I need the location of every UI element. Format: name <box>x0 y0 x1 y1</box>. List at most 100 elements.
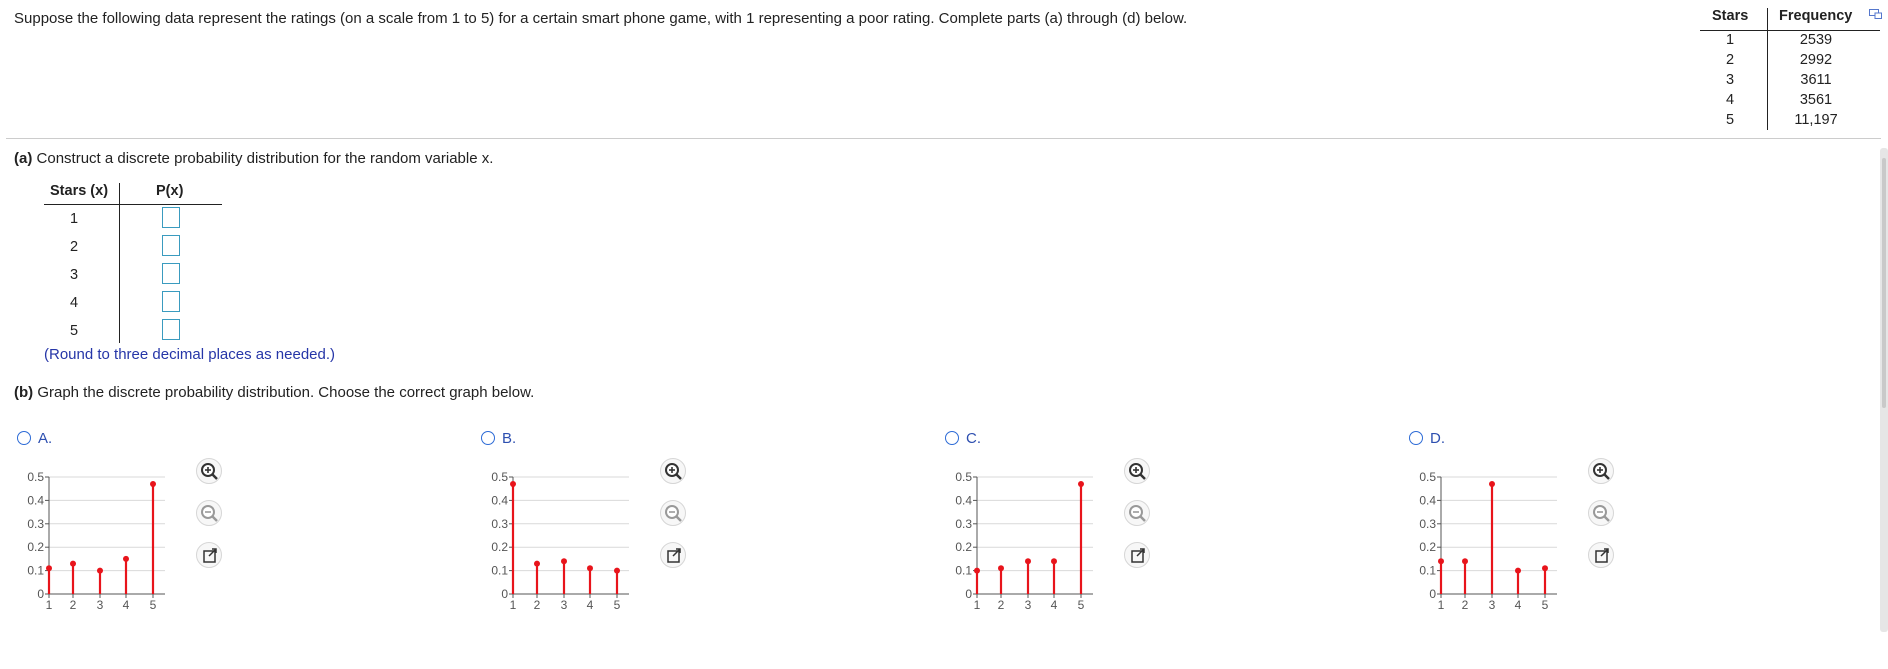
zoom-out-icon[interactable] <box>1588 500 1614 526</box>
part-b-prompt: (b) Graph the discrete probability distr… <box>14 384 534 401</box>
stars-cell: 1 <box>1725 32 1735 48</box>
y-tick-label: 0.5 <box>491 470 508 484</box>
stem-point <box>1489 481 1495 488</box>
x-tick-label: 2 <box>1462 598 1469 612</box>
popout-icon[interactable] <box>1124 542 1150 568</box>
y-tick-label: 0 <box>501 587 508 601</box>
stars-cell: 3 <box>1725 72 1735 88</box>
part-b-text: Graph the discrete probability distribut… <box>37 384 535 401</box>
stem-point <box>510 481 516 488</box>
x-tick-label: 4 <box>1051 598 1058 612</box>
x-tick-label: 2 <box>998 598 1005 612</box>
option-b-tools <box>660 458 690 578</box>
x-tick-label: 5 <box>150 598 157 612</box>
px-input-1[interactable] <box>162 207 180 228</box>
stars-header: Stars <box>1712 8 1749 24</box>
zoom-in-icon[interactable] <box>1124 458 1150 484</box>
stars-cell: 2 <box>1725 52 1735 68</box>
frequency-header: Frequency <box>1779 8 1853 24</box>
option-d-label[interactable]: D. <box>1430 430 1445 447</box>
table-divider-horizontal <box>44 204 222 205</box>
stem-point <box>534 560 540 567</box>
table-divider-vertical <box>1767 8 1768 130</box>
stem-point <box>1051 558 1057 565</box>
frequency-cell: 11,197 <box>1794 112 1838 128</box>
y-tick-label: 0.3 <box>27 517 44 531</box>
option-b-radio[interactable] <box>481 431 495 445</box>
px-input-3[interactable] <box>162 263 180 284</box>
x-value: 3 <box>69 267 79 283</box>
stem-point <box>70 560 76 567</box>
part-a-label: (a) <box>14 150 33 167</box>
stars-x-header: Stars (x) <box>50 183 109 199</box>
y-tick-label: 0.2 <box>27 540 44 554</box>
frequency-cell: 2539 <box>1799 32 1833 48</box>
stars-cell: 5 <box>1725 112 1735 128</box>
px-input-5[interactable] <box>162 319 180 340</box>
popout-icon[interactable] <box>1869 9 1882 19</box>
scrollbar-thumb[interactable] <box>1882 158 1886 408</box>
option-b-chart: 0 0.1 0.2 0.3 0.4 0.5 1 2 3 4 5 <box>491 470 629 612</box>
px-input-4[interactable] <box>162 291 180 312</box>
x-value: 4 <box>69 295 79 311</box>
question-intro: Suppose the following data represent the… <box>14 10 1188 27</box>
part-a-text: Construct a discrete probability distrib… <box>36 150 494 167</box>
popout-icon[interactable] <box>196 542 222 568</box>
stem-point <box>998 565 1004 572</box>
y-tick-label: 0.3 <box>1419 517 1436 531</box>
x-tick-label: 2 <box>534 598 541 612</box>
x-tick-label: 1 <box>974 598 981 612</box>
y-tick-label: 0 <box>1429 587 1436 601</box>
stem-point <box>123 555 129 562</box>
y-tick-label: 0.4 <box>1419 493 1436 507</box>
x-tick-label: 3 <box>97 598 104 612</box>
frequency-cell: 3611 <box>1800 72 1832 88</box>
popout-icon[interactable] <box>660 542 686 568</box>
x-tick-label: 3 <box>1489 598 1496 612</box>
y-tick-label: 0.5 <box>27 470 44 484</box>
option-d-radio[interactable] <box>1409 431 1423 445</box>
option-a-radio[interactable] <box>17 431 31 445</box>
rounding-note: (Round to three decimal places as needed… <box>44 346 336 363</box>
option-c-radio[interactable] <box>945 431 959 445</box>
y-tick-label: 0.4 <box>955 493 972 507</box>
y-tick-label: 0 <box>965 587 972 601</box>
y-tick-label: 0.2 <box>491 540 508 554</box>
y-tick-label: 0.3 <box>491 517 508 531</box>
zoom-in-icon[interactable] <box>196 458 222 484</box>
y-tick-label: 0 <box>37 587 44 601</box>
stem-point <box>1025 558 1031 565</box>
option-a-chart: 0 0.1 0.2 0.3 0.4 0.5 1 2 3 4 5 <box>27 470 165 612</box>
option-d-tools <box>1588 458 1618 578</box>
option-d-chart: 0 0.1 0.2 0.3 0.4 0.5 1 2 3 4 5 <box>1419 470 1557 612</box>
y-tick-label: 0.2 <box>955 540 972 554</box>
zoom-in-icon[interactable] <box>1588 458 1614 484</box>
popout-icon[interactable] <box>1588 542 1614 568</box>
y-tick-label: 0.4 <box>491 493 508 507</box>
stem-point <box>1462 558 1468 565</box>
x-value: 1 <box>69 211 79 227</box>
x-value: 5 <box>69 323 79 339</box>
y-tick-label: 0.2 <box>1419 540 1436 554</box>
stem-point <box>1078 481 1084 488</box>
y-tick-label: 0.1 <box>955 564 972 578</box>
zoom-out-icon[interactable] <box>196 500 222 526</box>
zoom-in-icon[interactable] <box>660 458 686 484</box>
x-tick-label: 5 <box>614 598 621 612</box>
option-a-tools <box>196 458 226 578</box>
y-tick-label: 0.3 <box>955 517 972 531</box>
option-c-tools <box>1124 458 1154 578</box>
option-c-chart: 0 0.1 0.2 0.3 0.4 0.5 1 2 3 4 5 <box>955 470 1093 612</box>
zoom-out-icon[interactable] <box>1124 500 1150 526</box>
option-a-label[interactable]: A. <box>38 430 52 447</box>
x-tick-label: 5 <box>1542 598 1549 612</box>
stem-point <box>1542 565 1548 572</box>
option-b-label[interactable]: B. <box>502 430 516 447</box>
option-c-label[interactable]: C. <box>966 430 981 447</box>
stars-cell: 4 <box>1725 92 1735 108</box>
px-input-2[interactable] <box>162 235 180 256</box>
zoom-out-icon[interactable] <box>660 500 686 526</box>
x-tick-label: 4 <box>123 598 130 612</box>
section-divider <box>6 138 1881 139</box>
y-tick-label: 0.4 <box>27 493 44 507</box>
